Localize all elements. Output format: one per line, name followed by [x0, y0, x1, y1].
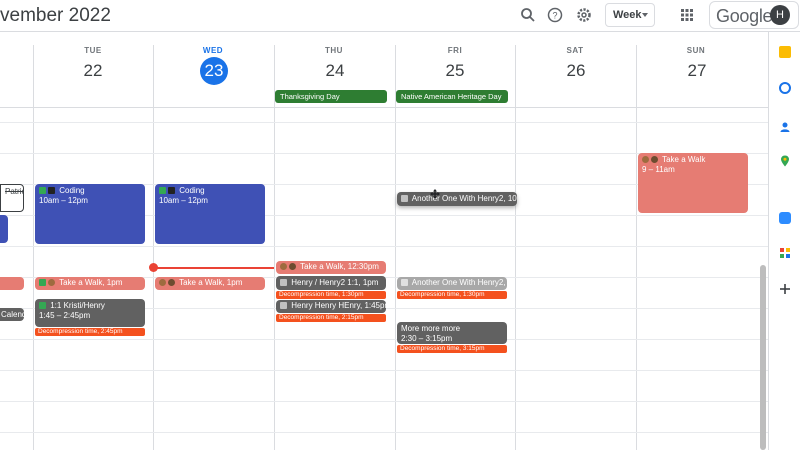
event-partial-patrick[interactable]: Patrick — [0, 184, 24, 212]
day-divider — [274, 45, 275, 450]
check-icon — [39, 279, 46, 286]
event-kristi-henry[interactable]: 1:1 Kristi/Henry 1:45 – 2:45pm — [35, 299, 145, 327]
event-title: Take a Walk, 1pm — [59, 278, 123, 287]
walk-icon — [642, 156, 649, 163]
document-icon — [401, 279, 408, 286]
event-title: Henry / Henry2 1:1, 1pm — [291, 278, 379, 287]
walk-icon — [651, 156, 658, 163]
event-take-a-walk[interactable]: Take a Walk, 1pm — [155, 277, 265, 290]
walk-icon — [280, 263, 287, 270]
event-decompression[interactable]: Decompression time, 1:30pm — [397, 291, 507, 299]
laptop-icon — [168, 187, 175, 194]
event-title: Coding — [59, 186, 85, 195]
event-henry-henry2[interactable]: Henry / Henry2 1:1, 1pm — [276, 276, 386, 290]
day-divider — [153, 45, 154, 450]
keep-icon[interactable] — [779, 46, 791, 58]
zoom-icon[interactable] — [779, 212, 791, 224]
event-henry2-ghost[interactable]: Another One With Henry2, 1pm — [397, 277, 507, 290]
side-panel — [768, 32, 800, 450]
event-title: Henry Henry HEnry, 1:45pm — [291, 301, 386, 310]
event-take-a-walk[interactable]: Take a Walk, 12:30pm — [276, 261, 386, 274]
document-icon — [280, 302, 287, 309]
event-decompression[interactable]: Decompression time, 3:15pm — [397, 345, 507, 353]
add-icon[interactable] — [779, 282, 791, 294]
tasks-icon[interactable] — [779, 82, 791, 94]
avatar[interactable]: H — [770, 5, 790, 25]
addon-icon[interactable] — [779, 246, 791, 258]
scrollbar[interactable] — [760, 265, 766, 450]
event-title: Coding — [179, 186, 205, 195]
hour-line — [0, 370, 768, 371]
event-partial[interactable] — [0, 277, 24, 290]
check-icon — [159, 187, 166, 194]
event-decompression[interactable]: Decompression time, 2:15pm — [276, 314, 386, 322]
day-divider — [515, 45, 516, 450]
event-partial-calend[interactable]: Calend — [0, 308, 24, 321]
hour-line — [0, 246, 768, 247]
event-title: Take a Walk — [662, 155, 706, 164]
hour-line — [0, 122, 768, 123]
day-number[interactable]: 25 — [441, 57, 469, 85]
document-icon — [280, 279, 287, 286]
walk-icon — [289, 263, 296, 270]
event-partial[interactable] — [0, 215, 8, 243]
laptop-icon — [48, 187, 55, 194]
day-number[interactable]: 27 — [683, 57, 711, 85]
event-title: 1:1 Kristi/Henry — [50, 301, 105, 310]
allday-event-native-american[interactable]: Native American Heritage Day — [396, 90, 508, 103]
allday-divider — [0, 107, 768, 108]
event-title: Patrick — [5, 187, 23, 196]
day-of-week: SUN — [686, 46, 706, 55]
check-icon — [39, 302, 46, 309]
walk-icon — [48, 279, 55, 286]
event-take-a-walk[interactable]: Take a Walk, 1pm — [35, 277, 145, 290]
day-of-week: THU — [325, 46, 343, 55]
event-time: 1:45 – 2:45pm — [39, 311, 91, 320]
day-divider — [636, 45, 637, 450]
day-divider — [395, 45, 396, 450]
event-decompression[interactable]: Decompression time, 1:30pm — [276, 291, 386, 299]
hour-line — [0, 401, 768, 402]
event-coding[interactable]: Coding 10am – 12pm — [35, 184, 145, 244]
day-of-week: SAT — [566, 46, 584, 55]
event-take-a-walk[interactable]: Take a Walk 9 – 11am — [638, 153, 748, 213]
event-dragging-henry2[interactable]: Another One With Henry2, 10: — [397, 192, 517, 206]
day-of-week: WED — [202, 46, 224, 55]
allday-event-thanksgiving[interactable]: Thanksgiving Day — [275, 90, 387, 103]
event-more-more-more[interactable]: More more more 2:30 – 3:15pm — [397, 322, 507, 344]
day-divider — [33, 45, 34, 450]
day-number[interactable]: 26 — [562, 57, 590, 85]
event-decompression[interactable]: Decompression time, 2:45pm — [35, 328, 145, 336]
check-icon — [39, 187, 46, 194]
event-henry-henry-henry[interactable]: Henry Henry HEnry, 1:45pm — [276, 300, 386, 313]
contacts-icon[interactable] — [779, 120, 791, 132]
day-of-week: TUE — [84, 46, 102, 55]
event-time: 10am – 12pm — [159, 196, 208, 205]
event-title: Take a Walk, 1pm — [179, 278, 243, 287]
event-title: Take a Walk, 12:30pm — [300, 262, 379, 271]
day-number-today[interactable]: 23 — [200, 57, 228, 85]
day-number[interactable]: 22 — [79, 57, 107, 85]
event-time: 9 – 11am — [642, 165, 675, 174]
hour-line — [0, 339, 768, 340]
event-title: Calend — [1, 310, 24, 319]
document-icon — [401, 195, 408, 202]
event-time: 10am – 12pm — [39, 196, 88, 205]
maps-icon[interactable] — [779, 154, 791, 167]
event-title: Another One With Henry2, 1pm — [411, 278, 507, 287]
current-time-line — [154, 267, 274, 269]
move-cursor-icon — [430, 186, 440, 199]
hour-line — [0, 432, 768, 433]
walk-icon — [159, 279, 166, 286]
event-title: Another One With Henry2, 10: — [411, 194, 517, 203]
walk-icon — [168, 279, 175, 286]
event-time: 2:30 – 3:15pm — [401, 334, 453, 343]
day-of-week: FRI — [447, 46, 463, 55]
day-number[interactable]: 24 — [321, 57, 349, 85]
event-title: More more more — [401, 324, 461, 333]
event-coding[interactable]: Coding 10am – 12pm — [155, 184, 265, 244]
